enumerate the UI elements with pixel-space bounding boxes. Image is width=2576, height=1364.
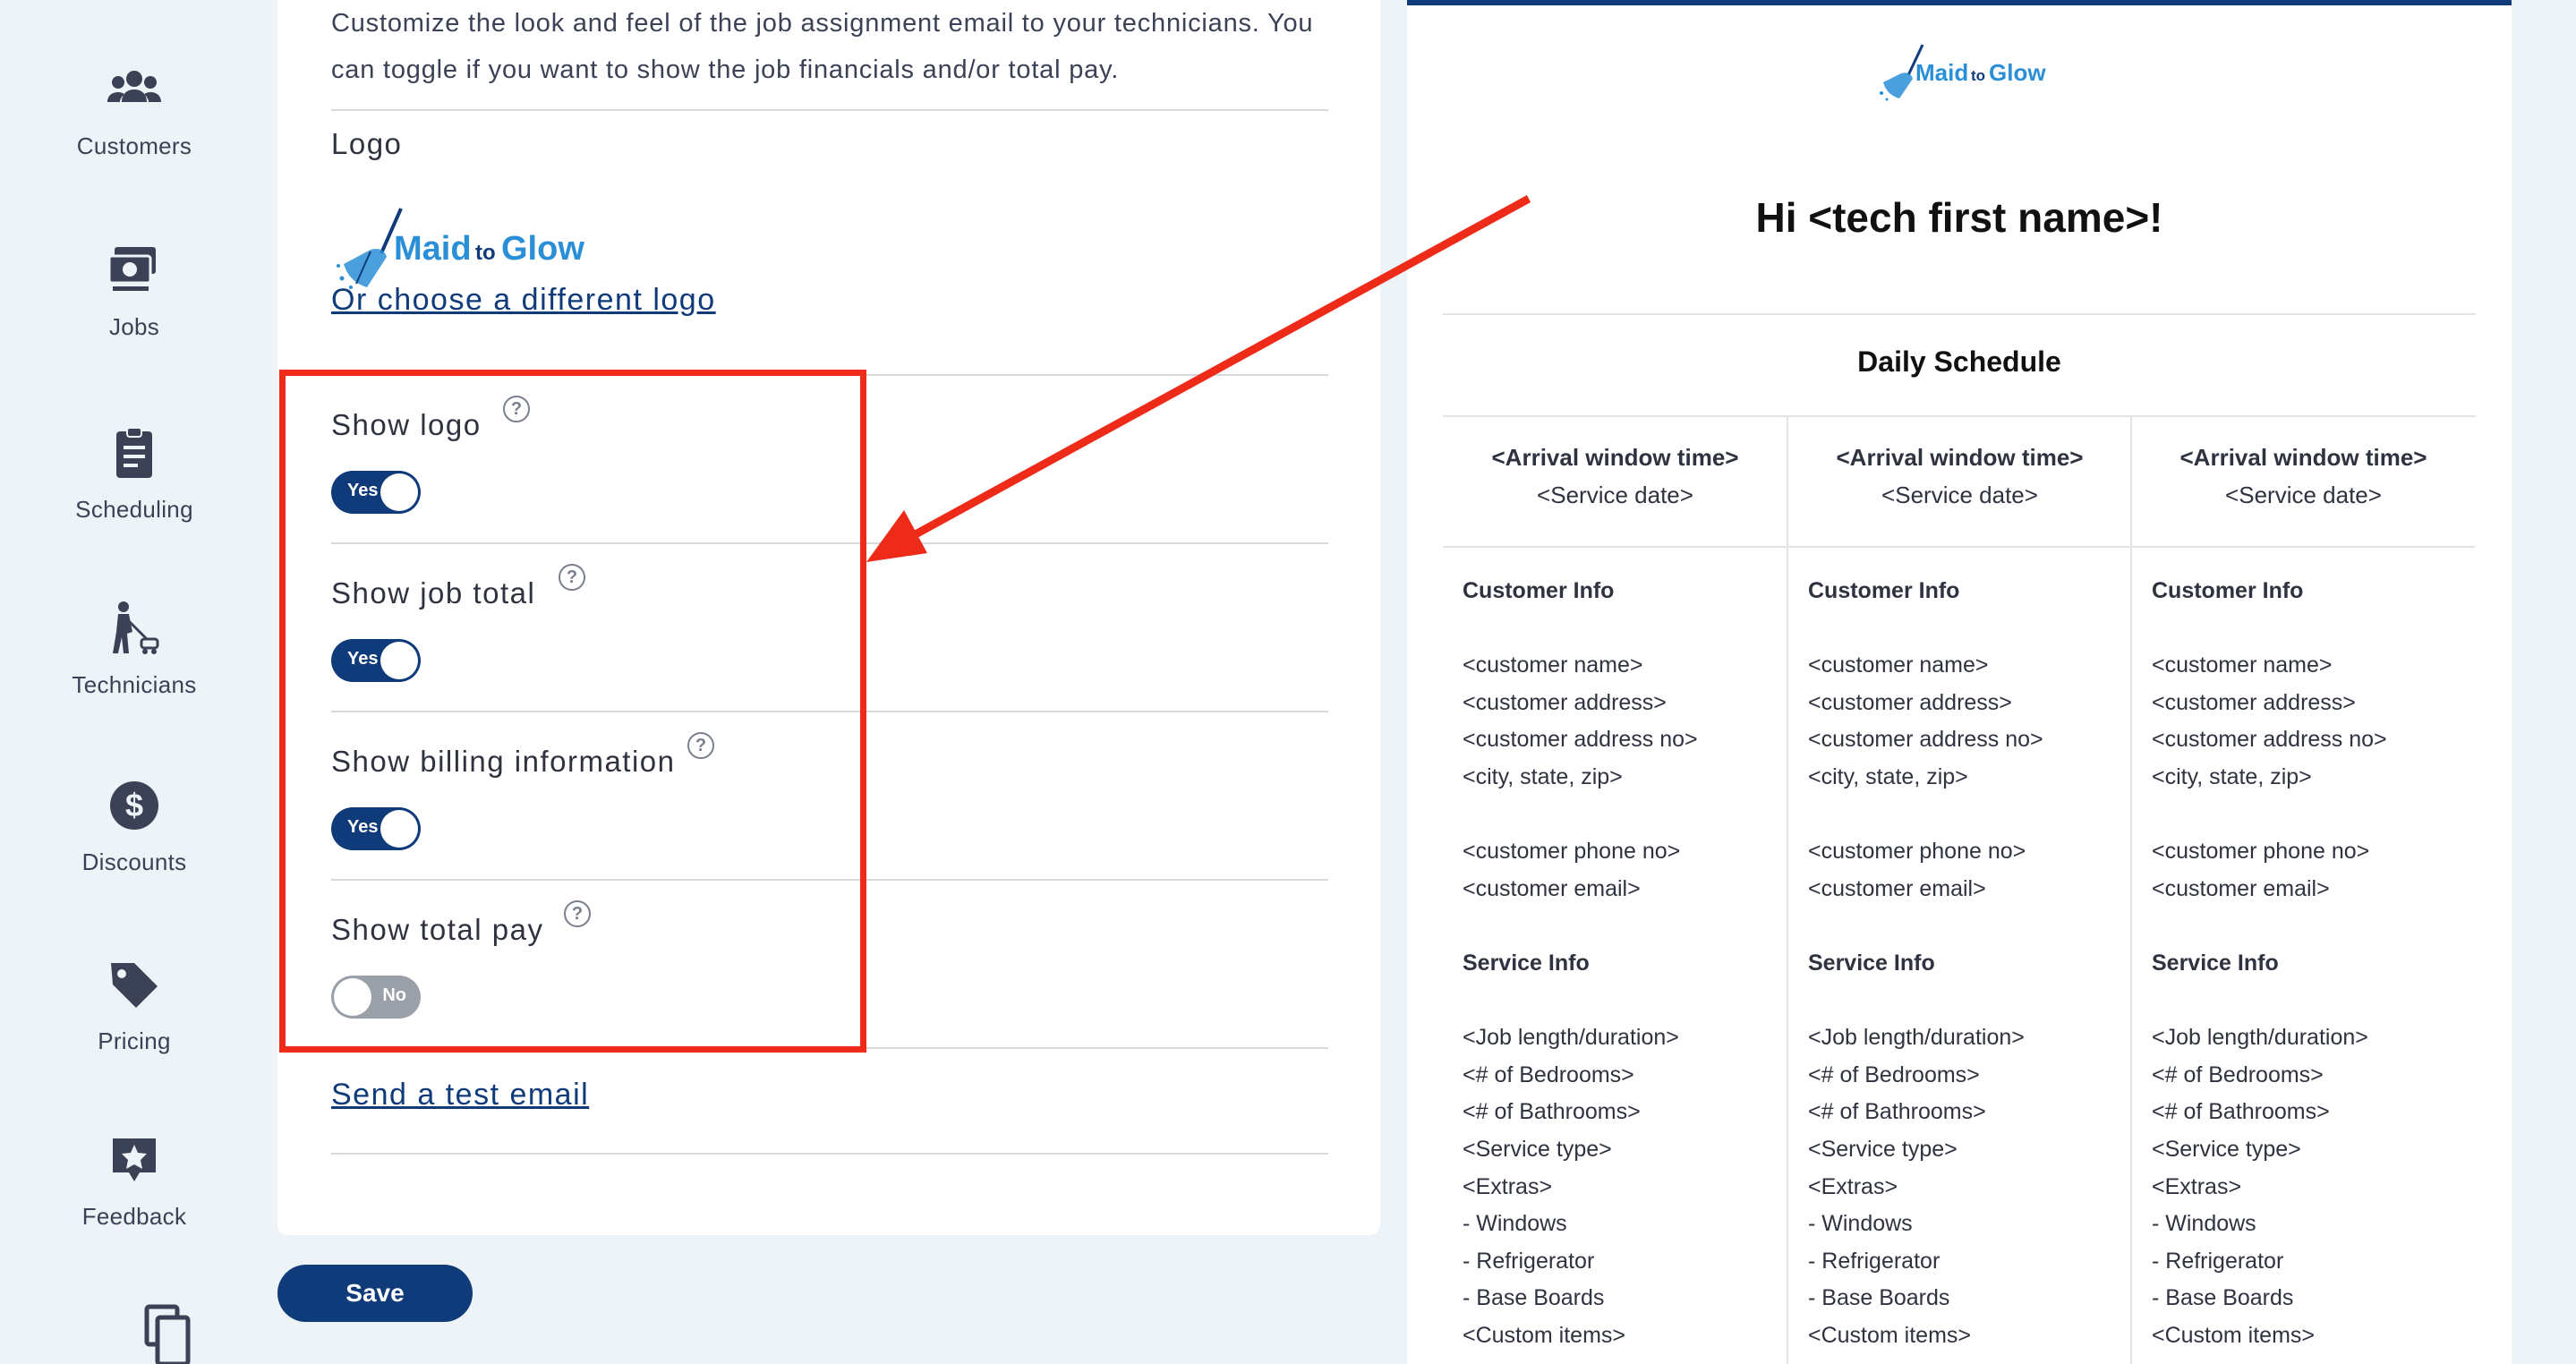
sidebar-item-label: Scheduling (75, 496, 193, 523)
sidebar-item-label: Jobs (108, 313, 160, 340)
service-date: <Service date> (1537, 482, 1693, 508)
logo-label: Logo (331, 127, 403, 160)
service-date: <Service date> (2225, 482, 2382, 508)
sidebar-item-label: Pricing (98, 1027, 171, 1054)
sidebar-item-label: Feedback (81, 1203, 187, 1230)
choose-logo-link[interactable]: Or choose a different logo (331, 283, 716, 318)
intro-text: Customize the look and feel of the job a… (331, 9, 1314, 84)
arrival-window: <Arrival window time> (1836, 444, 2084, 471)
price-tag-icon (98, 949, 170, 1020)
brand-glow: Glow (1989, 59, 2046, 86)
divider (1443, 546, 1787, 548)
sidebar-item-discounts[interactable]: $ Discounts (0, 770, 269, 922)
dollar-circle-icon: $ (98, 770, 170, 841)
svg-text:$: $ (125, 787, 143, 823)
customer-info: Customer Info <customer name> <customer … (1808, 578, 2043, 1348)
sidebar-item-technicians[interactable]: Technicians (0, 592, 269, 745)
sidebar-item-label: Discounts (81, 848, 187, 875)
send-test-email-link[interactable]: Send a test email (331, 1078, 589, 1113)
sidebar-item-feedback[interactable]: Feedback (0, 1124, 269, 1276)
divider (1443, 313, 2476, 315)
users-icon (98, 54, 170, 125)
arrival-window: <Arrival window time> (1491, 444, 1739, 471)
schedule-column: <Arrival window time> <Service date> Cus… (1787, 417, 2131, 1364)
divider (331, 1153, 1328, 1155)
divider (331, 109, 1328, 111)
brand-logo: Maid to Glow (331, 201, 600, 291)
email-preview: Maid to Glow Hi <tech first name>! Daily… (1407, 0, 2512, 1364)
sidebar-item-jobs[interactable]: Jobs (0, 234, 269, 387)
sidebar-item-customers[interactable]: Customers (0, 54, 269, 206)
sidebar-item-pricing[interactable]: Pricing (0, 949, 269, 1101)
divider (1788, 546, 2131, 548)
jobs-icon (98, 234, 170, 306)
technician-icon (98, 592, 170, 664)
arrival-window: <Arrival window time> (2179, 444, 2427, 471)
sidebar-item-label: Technicians (72, 671, 197, 698)
save-button[interactable]: Save (277, 1265, 473, 1322)
customer-info: Customer Info <customer name> <customer … (2152, 578, 2387, 1348)
sidebar-item-label: Customers (76, 132, 192, 159)
brand-glow: Glow (501, 230, 584, 268)
annotation-highlight-box (279, 370, 866, 1053)
preview-subtitle: Daily Schedule (1857, 345, 2061, 378)
clipboard-icon (98, 417, 170, 489)
preview-brand-logo: Maid to Glow (1872, 39, 2051, 102)
schedule-column: <Arrival window time> <Service date> Cus… (2130, 417, 2475, 1364)
feedback-star-icon (98, 1124, 170, 1196)
brand-to: to (475, 241, 496, 265)
brand-maid: Maid (394, 230, 472, 268)
sidebar-item-scheduling[interactable]: Scheduling (0, 417, 269, 569)
copy-icon[interactable] (143, 1303, 193, 1364)
brand-maid: Maid (1915, 59, 1968, 86)
customer-info: Customer Info <customer name> <customer … (1463, 578, 1698, 1348)
divider (2132, 546, 2475, 548)
sidebar-nav: Customers Jobs Scheduling Technicians $ … (0, 0, 269, 1364)
preview-greeting: Hi <tech first name>! (1755, 194, 2163, 241)
service-date: <Service date> (1881, 482, 2038, 508)
brand-to: to (1971, 67, 1985, 84)
schedule-column: <Arrival window time> <Service date> Cus… (1443, 417, 1787, 1364)
